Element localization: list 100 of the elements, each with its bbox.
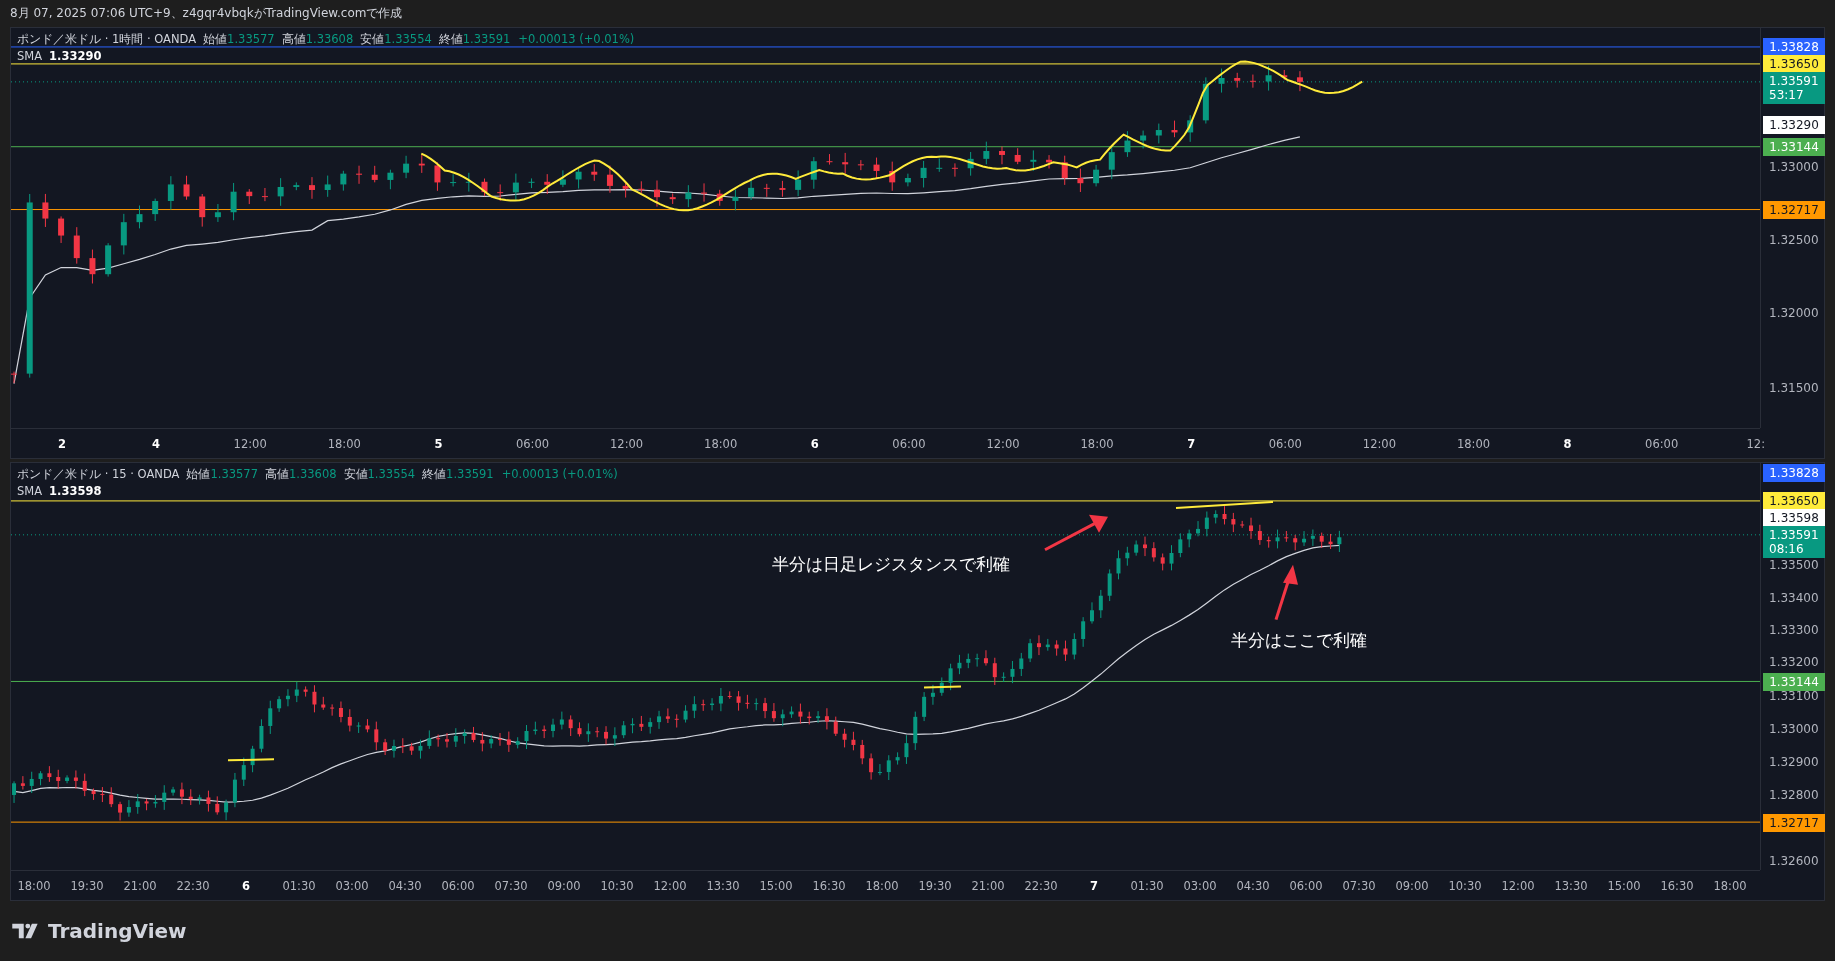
time-label: 18:00 xyxy=(17,879,51,893)
symbol-title: ポンド／米ドル · 1時間 · OANDA xyxy=(17,31,197,48)
price-tick: 1.33500 xyxy=(1769,558,1819,572)
ohlc-label: 終値 xyxy=(422,466,447,483)
price-tick: 1.33400 xyxy=(1769,591,1819,605)
time-label: 03:00 xyxy=(1183,879,1217,893)
time-label: 22:30 xyxy=(1024,879,1058,893)
time-label: 18:00 xyxy=(327,437,361,451)
time-label: 19:30 xyxy=(918,879,952,893)
annotation-text: 半分はここで利確 xyxy=(1231,629,1367,652)
ohlc-value: 1.33608 xyxy=(305,31,354,48)
time-label: 06:00 xyxy=(1645,437,1679,451)
time-label: 12:00 xyxy=(653,879,687,893)
ohlc-value: 1.33591 xyxy=(462,31,511,48)
time-label: 15:00 xyxy=(1607,879,1641,893)
ohlc-label: 始値 xyxy=(186,466,211,483)
time-label: 12:00 xyxy=(610,437,644,451)
time-label: 06:00 xyxy=(1268,437,1302,451)
time-label: 18:00 xyxy=(704,437,738,451)
time-label: 07:30 xyxy=(494,879,528,893)
time-label: 12: xyxy=(1746,437,1766,451)
price-tick: 1.33000 xyxy=(1769,722,1819,736)
chart-caption: 8月 07, 2025 07:06 UTC+9、z4gqr4vbqkがTradingView.comで作成 xyxy=(9,5,404,22)
ohlc-label: 安値 xyxy=(343,466,368,483)
annotation-text: 半分は日足レジスタンスで利確 xyxy=(772,553,1010,576)
time-label: 19:30 xyxy=(70,879,104,893)
ohlc-value: 1.33608 xyxy=(288,466,337,483)
price-badge: 1.33591 08:16 xyxy=(1763,526,1825,558)
time-label: 10:30 xyxy=(600,879,634,893)
price-badge: 1.33650 xyxy=(1763,55,1825,73)
price-change: +0.00013 (+0.01%) xyxy=(518,31,635,48)
time-label: 18:00 xyxy=(1080,437,1114,451)
time-label: 16:30 xyxy=(812,879,846,893)
price-badge: 1.33144 xyxy=(1763,673,1825,691)
time-label: 21:00 xyxy=(971,879,1005,893)
time-label: 12:00 xyxy=(986,437,1020,451)
time-label: 21:00 xyxy=(123,879,157,893)
time-label: 18:00 xyxy=(1456,437,1491,451)
ohlc-value: 1.33554 xyxy=(384,31,432,48)
time-label: 09:00 xyxy=(1395,879,1429,893)
price-badge: 1.32717 xyxy=(1763,201,1825,219)
time-label: 15:00 xyxy=(759,879,793,893)
price-tick: 1.32800 xyxy=(1769,788,1819,802)
time-label: 5 xyxy=(434,437,443,451)
time-label: 18:00 xyxy=(1713,879,1747,893)
ohlc-label: 高値 xyxy=(264,466,289,483)
time-label: 7 xyxy=(1187,437,1196,451)
chart-area[interactable]: ポンド／米ドル · 15 · OANDA 始値1.33577 高値1.33608 安値1.33554 終値1.33591 +0.00013 (+0.01%) SMA 1.33598 半分は日足レジスタンスで利確 半分はここで利確 xyxy=(11,463,1760,870)
time-label: 12:00 xyxy=(233,437,267,451)
price-badge: 1.33650 xyxy=(1763,492,1825,510)
price-tick: 1.33000 xyxy=(1769,160,1819,174)
symbol-title: ポンド／米ドル · 15 · OANDA xyxy=(17,466,180,483)
time-label: 01:30 xyxy=(282,879,316,893)
time-label: 06:00 xyxy=(515,437,550,451)
time-label: 4 xyxy=(152,437,161,451)
price-badge: 1.33144 xyxy=(1763,138,1825,156)
ohlc-label: 安値 xyxy=(360,31,385,48)
price-tick: 1.33100 xyxy=(1769,689,1819,703)
time-label: 10:30 xyxy=(1448,879,1482,893)
ohlc-value: 1.33591 xyxy=(446,466,494,483)
time-label: 6 xyxy=(242,879,250,893)
brand-name: TradingView xyxy=(48,919,187,943)
time-label: 16:30 xyxy=(1660,879,1694,893)
time-label: 8 xyxy=(1563,437,1572,451)
time-label: 13:30 xyxy=(706,879,740,893)
indicator-value: 1.33598 xyxy=(49,483,102,500)
price-tick: 1.32900 xyxy=(1769,755,1819,769)
price-badge: 1.33828 xyxy=(1763,464,1825,482)
indicator-value: 1.33290 xyxy=(49,48,102,65)
ohlc-value: 1.33554 xyxy=(367,466,416,483)
time-label: 18:00 xyxy=(865,879,899,893)
price-tick: 1.33200 xyxy=(1769,655,1819,669)
ohlc-value: 1.33577 xyxy=(227,31,275,48)
price-tick: 1.31500 xyxy=(1769,381,1819,395)
price-tick: 1.32500 xyxy=(1769,233,1819,247)
time-label: 6 xyxy=(810,437,819,451)
price-tick: 1.32600 xyxy=(1769,854,1819,868)
time-label: 03:00 xyxy=(335,879,369,893)
time-label: 12:00 xyxy=(1501,879,1535,893)
price-badge: 1.33591 53:17 xyxy=(1763,72,1825,104)
time-label: 06:00 xyxy=(441,879,475,893)
price-badge: 1.32717 xyxy=(1763,814,1825,832)
price-change: +0.00013 (+0.01%) xyxy=(501,466,618,483)
price-badge: 1.33290 xyxy=(1763,116,1825,134)
chart-area[interactable]: ポンド／米ドル · 1時間 · OANDA 始値1.33577 高値1.33608 安値1.33554 終値1.33591 +0.00013 (+0.01%) SMA 1.33290 xyxy=(11,28,1760,428)
ohlc-value: 1.33577 xyxy=(210,466,258,483)
price-badge: 1.33828 xyxy=(1763,38,1825,56)
time-label: 22:30 xyxy=(176,879,210,893)
indicator-label: SMA xyxy=(17,483,43,500)
time-label: 01:30 xyxy=(1130,879,1164,893)
ohlc-label: 終値 xyxy=(438,31,463,48)
time-label: 7 xyxy=(1090,879,1098,893)
indicator-label: SMA xyxy=(17,48,43,65)
time-label: 06:00 xyxy=(892,437,926,451)
ohlc-label: 高値 xyxy=(281,31,306,48)
time-label: 04:30 xyxy=(388,879,422,893)
time-label: 2 xyxy=(58,437,66,451)
price-badge: 1.33598 xyxy=(1763,509,1825,527)
price-tick: 1.33300 xyxy=(1769,623,1819,637)
ohlc-label: 始値 xyxy=(203,31,228,48)
